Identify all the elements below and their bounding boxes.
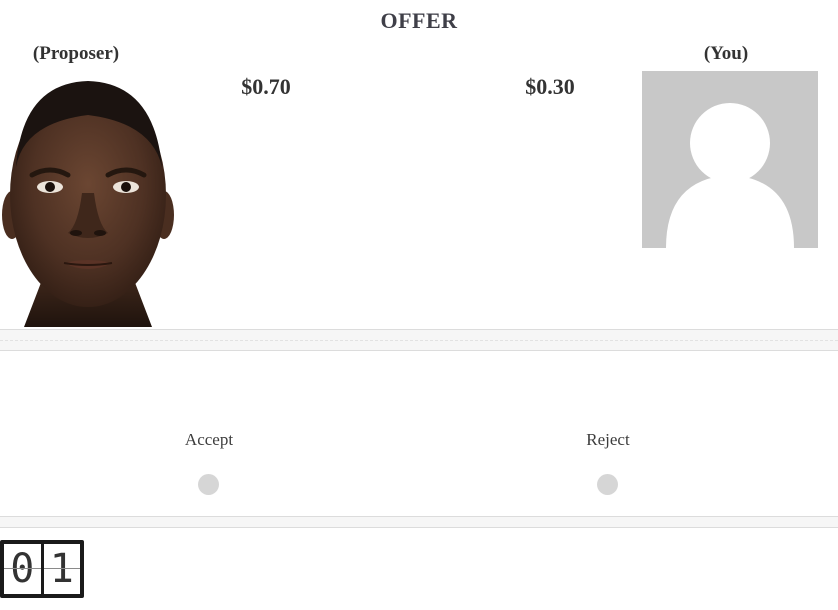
offer-title: OFFER — [380, 8, 458, 33]
section-divider-top — [0, 329, 838, 351]
proposer-amount: $0.70 — [241, 74, 291, 99]
you-amount: $0.30 — [525, 74, 575, 99]
you-label: (You) — [703, 43, 749, 64]
section-divider-bottom — [0, 516, 838, 528]
accept-radio[interactable] — [198, 474, 219, 495]
timer-digit-1: 0 — [4, 544, 41, 594]
proposer-face-photo — [2, 81, 174, 327]
reject-radio[interactable] — [597, 474, 618, 495]
accept-label: Accept — [184, 430, 234, 449]
you-avatar-placeholder — [642, 71, 818, 248]
proposer-label: (Proposer) — [32, 43, 120, 64]
timer-digit-2: 1 — [43, 544, 80, 594]
reject-label: Reject — [586, 430, 630, 449]
countdown-timer: 0 1 — [0, 540, 84, 598]
